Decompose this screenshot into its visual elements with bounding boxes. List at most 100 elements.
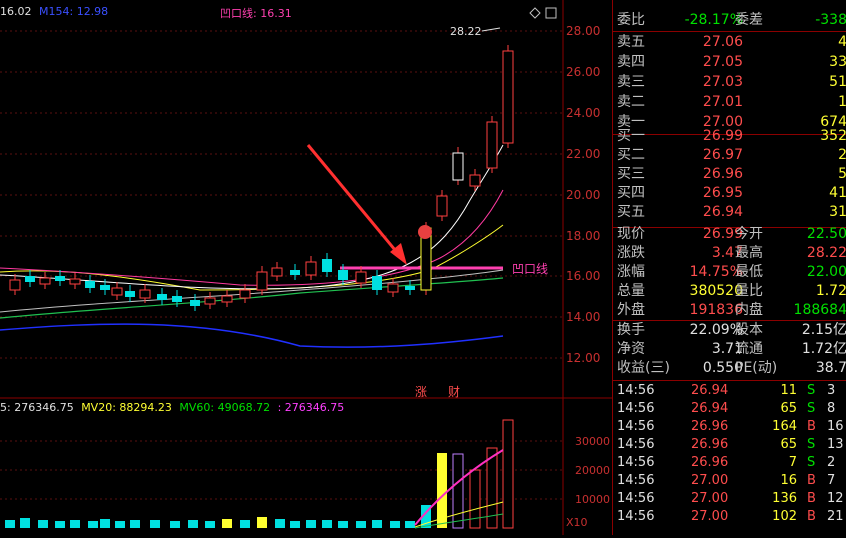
tick-time: 14:56 bbox=[617, 491, 655, 506]
price-tick: 14.00 bbox=[566, 310, 600, 324]
tick-qty: 136 bbox=[772, 491, 797, 506]
candle-body bbox=[502, 50, 514, 144]
fund-label: 股本 bbox=[735, 322, 763, 338]
ask-volume: 4 bbox=[838, 34, 846, 50]
candle-body bbox=[190, 300, 200, 306]
fund-label: 净资 bbox=[617, 341, 645, 357]
trade-tick-row[interactable]: 14:56 27.00 136 B 12 bbox=[613, 490, 846, 508]
kline-svg[interactable]: 28.00 26.00 24.00 22.00 20.00 18.00 16.0… bbox=[0, 0, 612, 535]
tick-count: 21 bbox=[827, 509, 844, 524]
vol-tick: 10000 bbox=[575, 493, 610, 506]
box-icon[interactable] bbox=[545, 7, 557, 19]
volume-bar bbox=[405, 521, 415, 528]
price-tick: 12.00 bbox=[566, 351, 600, 365]
tick-price: 27.00 bbox=[691, 509, 729, 524]
high-marker: 28.22 bbox=[450, 25, 482, 38]
tick-count: 8 bbox=[827, 401, 836, 416]
trade-tick-row[interactable]: 14:56 26.96 7 S 2 bbox=[613, 454, 846, 472]
volume-bar bbox=[188, 520, 198, 528]
bid-row[interactable]: 买一 26.99 352 bbox=[613, 126, 846, 146]
stat-label: 外盘 bbox=[617, 302, 645, 318]
bid-row[interactable]: 买三 26.96 5 bbox=[613, 164, 846, 184]
volume-bars bbox=[5, 419, 514, 529]
tick-side: S bbox=[807, 455, 816, 470]
weicha-value: -338 bbox=[815, 12, 846, 28]
tick-side: S bbox=[807, 401, 816, 416]
bid-price: 26.95 bbox=[702, 185, 743, 201]
tick-time: 14:56 bbox=[617, 419, 655, 434]
volume-bar bbox=[240, 520, 250, 528]
mv20-value: MV20: 88294.23 bbox=[81, 401, 172, 414]
candle-body bbox=[39, 277, 51, 285]
tick-qty: 11 bbox=[780, 383, 797, 398]
stat-value: 28.22 bbox=[806, 245, 846, 261]
fund-row: 换手 22.09% 股本 2.15亿 bbox=[613, 320, 846, 340]
trade-tick-row[interactable]: 14:56 26.94 11 S 3 bbox=[613, 382, 846, 400]
price-tick: 18.00 bbox=[566, 229, 600, 243]
diamond-icon[interactable] bbox=[529, 7, 541, 19]
stat-row: 涨幅 14.75% 最低 22.00 bbox=[613, 262, 846, 282]
tick-time: 14:56 bbox=[617, 383, 655, 398]
fund-row: 净资 3.71 流通 1.72亿 bbox=[613, 339, 846, 359]
ma-value: 16.02 bbox=[0, 5, 32, 18]
trade-tick-row[interactable]: 14:56 26.94 65 S 8 bbox=[613, 400, 846, 418]
ask-row[interactable]: 卖二 27.01 1 bbox=[613, 92, 846, 112]
fund-label: 收益(三) bbox=[617, 360, 670, 376]
tick-count: 7 bbox=[827, 473, 836, 488]
bid-row[interactable]: 买五 26.94 31 bbox=[613, 202, 846, 222]
candle-body bbox=[221, 295, 233, 303]
volume-bar bbox=[356, 521, 366, 528]
fund-label: 换手 bbox=[617, 322, 645, 338]
tick-price: 26.94 bbox=[691, 401, 729, 416]
bid-volume: 2 bbox=[838, 147, 846, 163]
vol-tick: 30000 bbox=[575, 435, 610, 448]
kline-chart-area[interactable]: 28.00 26.00 24.00 22.00 20.00 18.00 16.0… bbox=[0, 0, 612, 535]
tick-count: 13 bbox=[827, 437, 844, 452]
candle-body bbox=[405, 286, 415, 290]
tick-time: 14:56 bbox=[617, 401, 655, 416]
trade-tick-row[interactable]: 14:56 27.00 102 B 21 bbox=[613, 508, 846, 526]
candle-body bbox=[469, 174, 481, 187]
ask-row[interactable]: 卖五 27.06 4 bbox=[613, 32, 846, 52]
price-tick: 22.00 bbox=[566, 147, 600, 161]
weicha-label: 委差 bbox=[735, 12, 763, 28]
mv60-value: MV60: 49068.72 bbox=[179, 401, 271, 414]
tick-qty: 7 bbox=[788, 455, 797, 470]
volume-bar bbox=[390, 521, 400, 528]
quote-panel[interactable]: 委比 -28.17% 委差 -338 卖五 27.06 4 卖四 27.05 33 卖三 27… bbox=[612, 0, 846, 535]
weibi-row: 委比 -28.17% 委差 -338 bbox=[613, 10, 846, 30]
ma-legend: 16.02 M154: 12.98 凹口线: 16.31 bbox=[0, 5, 292, 20]
candle-body bbox=[125, 291, 135, 297]
ma154-value: M154: 12.98 bbox=[39, 5, 109, 18]
candle-body bbox=[69, 278, 81, 285]
stat-value: 22.50 bbox=[806, 226, 846, 242]
stat-label: 涨幅 bbox=[617, 264, 645, 280]
ask-row[interactable]: 卖四 27.05 33 bbox=[613, 52, 846, 72]
candle-body bbox=[139, 289, 151, 299]
trade-tick-row[interactable]: 14:56 26.96 65 S 13 bbox=[613, 436, 846, 454]
tick-side: S bbox=[807, 383, 816, 398]
bid-row[interactable]: 买二 26.97 2 bbox=[613, 145, 846, 165]
ask-label: 卖四 bbox=[617, 54, 645, 70]
candle-body bbox=[172, 296, 182, 302]
candle-body bbox=[271, 267, 283, 277]
bid-row[interactable]: 买四 26.95 41 bbox=[613, 183, 846, 203]
event-dot-icon[interactable] bbox=[418, 225, 432, 239]
ask-row[interactable]: 卖三 27.03 51 bbox=[613, 72, 846, 92]
trade-tick-row[interactable]: 14:56 26.96 164 B 16 bbox=[613, 418, 846, 436]
bid-label: 买五 bbox=[617, 204, 645, 220]
tick-time: 14:56 bbox=[617, 473, 655, 488]
price-tick-labels: 28.00 26.00 24.00 22.00 20.00 18.00 16.0… bbox=[566, 24, 600, 365]
weibi-label: 委比 bbox=[617, 12, 645, 28]
tick-price: 26.94 bbox=[691, 383, 729, 398]
stat-label: 量比 bbox=[735, 283, 763, 299]
candle-body bbox=[436, 195, 448, 217]
volume-bar bbox=[222, 519, 232, 528]
volume-bar bbox=[372, 520, 382, 528]
tick-qty: 164 bbox=[772, 419, 797, 434]
stat-value: 22.00 bbox=[806, 264, 846, 280]
trade-tick-row[interactable]: 14:56 27.00 16 B 7 bbox=[613, 472, 846, 490]
ask-label: 卖五 bbox=[617, 34, 645, 50]
candle-body bbox=[372, 276, 382, 290]
divider bbox=[613, 380, 846, 381]
